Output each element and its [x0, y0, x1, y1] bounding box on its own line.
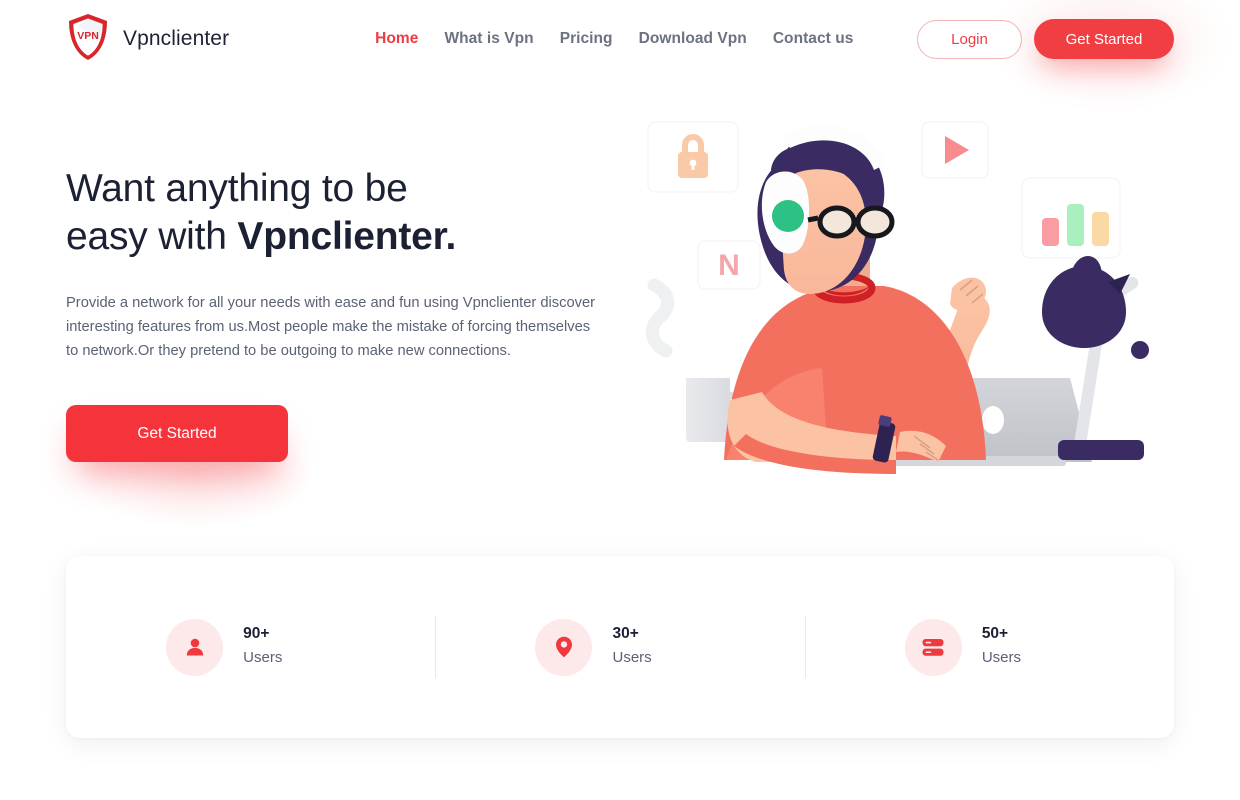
landing-page: VPN Vpnclienter Home What is Vpn Pricing… — [0, 0, 1240, 800]
nav-item-what-is-vpn[interactable]: What is Vpn — [444, 30, 533, 48]
brand-name: Vpnclienter — [123, 27, 230, 50]
svg-text:N: N — [718, 249, 740, 282]
main-nav: Home What is Vpn Pricing Download Vpn Co… — [375, 30, 853, 48]
stat-label: Users — [243, 649, 283, 666]
nav-item-pricing[interactable]: Pricing — [560, 30, 613, 48]
brand-logo[interactable]: VPN Vpnclienter — [66, 12, 229, 67]
stat-value: 50+ — [981, 625, 1009, 642]
stat-text: 90+ Users — [243, 624, 335, 670]
stat-text: 50+ Users — [982, 624, 1074, 670]
login-button[interactable]: Login — [917, 19, 1022, 59]
site-header: VPN Vpnclienter Home What is Vpn Pricing… — [0, 0, 1240, 78]
vpn-shield-icon: VPN — [66, 12, 110, 67]
auth-actions: Login Get Started — [917, 19, 1174, 59]
stat-text: 30+ Users — [612, 624, 704, 670]
play-card — [921, 121, 989, 179]
n-card: N — [697, 240, 761, 290]
hero-description: Provide a network for all your needs wit… — [66, 295, 596, 359]
server-stack-icon — [904, 618, 962, 676]
stat-label: Users — [981, 649, 1021, 666]
hero-title-line2-bold: Vpnclienter. — [237, 215, 457, 258]
stat-item-users-90: 90+ Users — [66, 618, 435, 676]
stat-value: 30+ — [612, 625, 639, 642]
page-title: Want anything to be easy with Vpncliente… — [66, 165, 626, 261]
chart-card — [1021, 177, 1121, 259]
location-pin-icon — [535, 618, 593, 676]
stats-card: 90+ Users 30+ Users 50+ Users — [66, 556, 1174, 738]
user-icon — [166, 618, 224, 676]
nav-item-download-vpn[interactable]: Download Vpn — [639, 30, 747, 48]
nav-item-contact-us[interactable]: Contact us — [773, 30, 854, 48]
hero-section: Want anything to be easy with Vpncliente… — [66, 165, 626, 462]
stat-item-users-50: 50+ Users — [805, 618, 1174, 676]
lock-card — [647, 121, 739, 193]
hero-illustration: N — [630, 100, 1190, 480]
get-started-button-hero[interactable]: Get Started — [66, 405, 288, 462]
stat-value: 90+ — [243, 625, 270, 642]
svg-text:VPN: VPN — [77, 30, 99, 42]
stat-label: Users — [612, 649, 652, 666]
get-started-button-nav[interactable]: Get Started — [1034, 19, 1174, 59]
nav-item-home[interactable]: Home — [375, 30, 418, 48]
stat-item-users-30: 30+ Users — [435, 618, 804, 676]
hero-title-line2-normal: easy with — [66, 215, 238, 258]
hero-title-line1: Want anything to be — [66, 167, 408, 210]
